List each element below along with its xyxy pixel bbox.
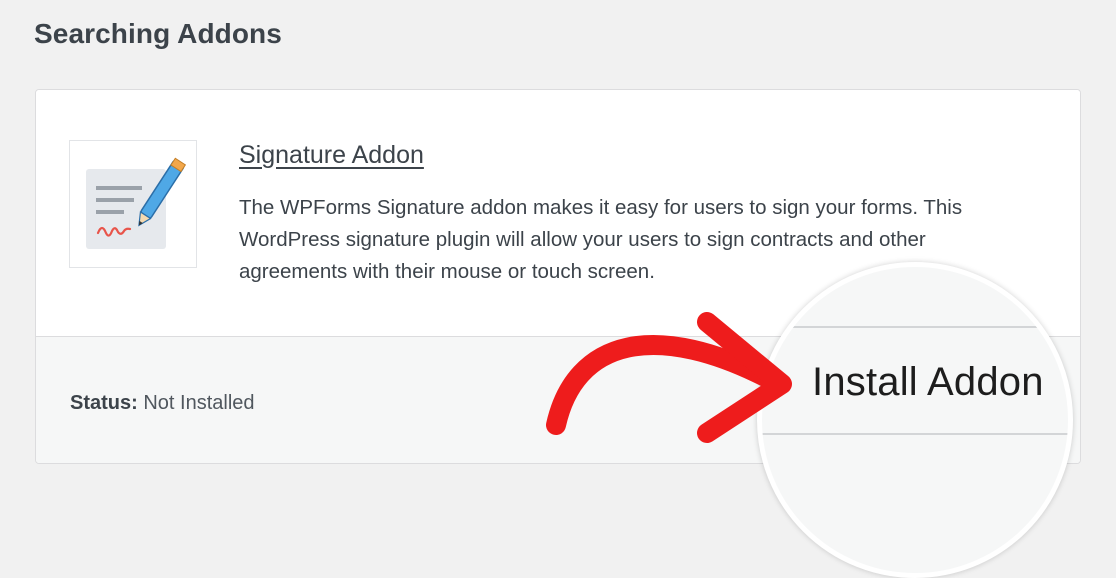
addon-thumbnail[interactable] — [69, 140, 197, 268]
magnifier-divider-bottom — [762, 433, 1068, 435]
addon-status: Status: Not Installed — [70, 392, 255, 415]
addon-title-link[interactable]: Signature Addon — [239, 141, 424, 170]
page-title: Searching Addons — [34, 18, 282, 49]
status-label: Status: — [70, 392, 138, 414]
signature-pen-icon — [86, 157, 187, 249]
install-addon-button[interactable]: Install Addon — [812, 360, 1044, 405]
status-value: Not Installed — [143, 392, 255, 414]
magnifier-divider-top — [762, 326, 1068, 328]
zoom-magnifier — [757, 262, 1073, 578]
